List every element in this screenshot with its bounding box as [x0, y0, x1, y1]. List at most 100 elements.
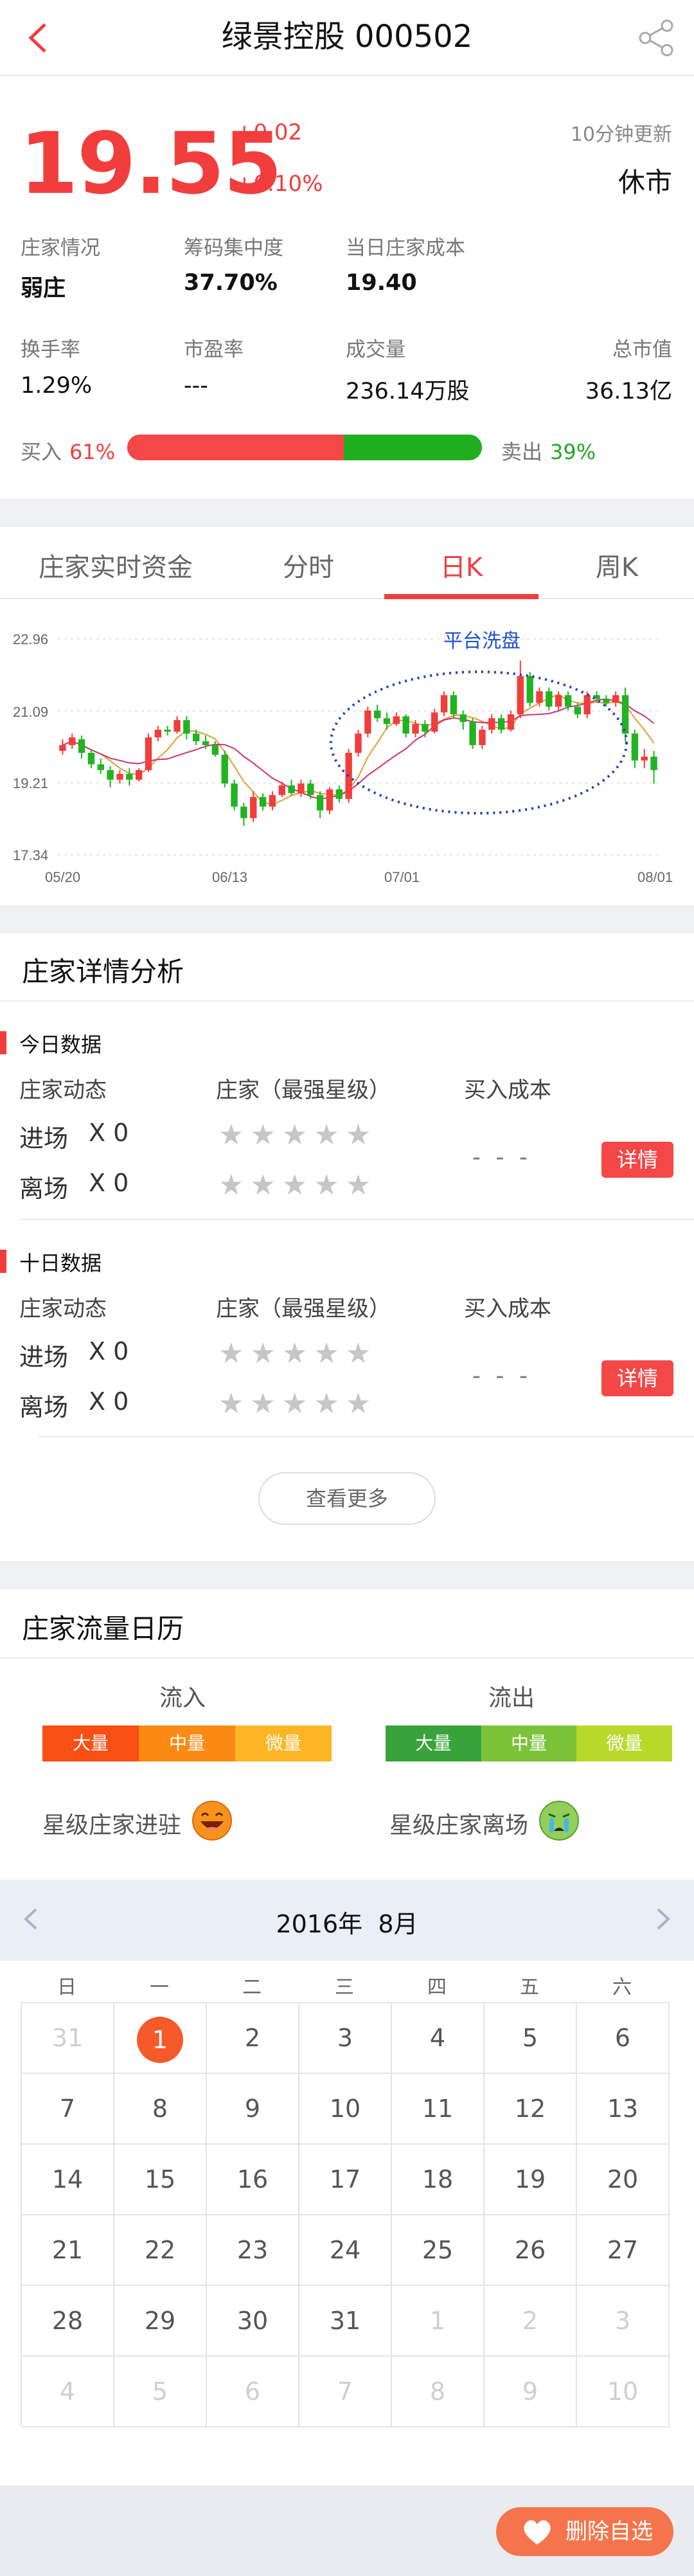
- ten-day-data-title: 十日数据: [0, 1247, 102, 1277]
- candle: [345, 752, 352, 799]
- calendar-day[interactable]: 30: [207, 2286, 299, 2357]
- calendar-day[interactable]: 24: [299, 2215, 392, 2286]
- stat-label-marketcap: 总市值: [612, 338, 672, 361]
- candle: [97, 764, 104, 770]
- candle: [459, 714, 467, 723]
- col-buy-cost: 买入成本: [464, 1296, 551, 1322]
- calendar-day: 4: [22, 2357, 114, 2427]
- weekday-label: 四: [427, 1976, 447, 1999]
- candle: [231, 783, 238, 807]
- next-month-icon[interactable]: [646, 1903, 679, 1935]
- calendar-day[interactable]: 27: [577, 2215, 670, 2286]
- calendar-day[interactable]: 8: [114, 2074, 207, 2145]
- section-gap: [0, 905, 694, 933]
- stat-label-turnover: 换手率: [21, 338, 80, 361]
- candle: [507, 714, 515, 730]
- selected-day[interactable]: 1: [137, 2016, 183, 2063]
- exit-label: 离场: [19, 1175, 69, 1203]
- calendar-year-label: 2016年: [276, 1910, 363, 1938]
- sell-ratio-label: 卖出 39%: [501, 436, 596, 465]
- x-tick-label: 07/01: [384, 869, 420, 885]
- x-tick-label: 08/01: [637, 869, 673, 885]
- col-dealer-activity: 庄家动态: [19, 1077, 107, 1103]
- analysis-title: 庄家详情分析: [22, 956, 184, 987]
- enter-star-rating: ★★★★★: [218, 1119, 378, 1151]
- col-buy-cost: 买入成本: [464, 1077, 551, 1103]
- weekday-label: 三: [335, 1976, 354, 1999]
- calendar-day[interactable]: 12: [485, 2074, 577, 2145]
- calendar-day[interactable]: 29: [114, 2286, 207, 2357]
- calendar-day[interactable]: 3: [299, 2003, 392, 2074]
- candle: [316, 795, 324, 811]
- tab-intraday[interactable]: 分时: [244, 546, 373, 584]
- enter-count: X 0: [89, 1337, 129, 1365]
- calendar-day[interactable]: 17: [299, 2145, 392, 2215]
- calendar-day[interactable]: 2: [207, 2003, 299, 2074]
- buy-sell-ratio-bar: [127, 435, 482, 460]
- calendar-day[interactable]: 14: [22, 2145, 114, 2215]
- calendar-day[interactable]: 16: [207, 2145, 299, 2215]
- calendar-day[interactable]: 4: [392, 2003, 485, 2074]
- candle: [298, 783, 305, 793]
- calendar-day[interactable]: 19: [485, 2145, 577, 2215]
- calendar-day[interactable]: 20: [577, 2145, 670, 2215]
- candle: [221, 754, 228, 784]
- inflow-small: 微量: [235, 1725, 332, 1761]
- tab-daily-k[interactable]: 日K: [397, 546, 526, 584]
- candle: [78, 739, 85, 753]
- candle: [269, 795, 276, 807]
- candle: [603, 699, 610, 703]
- calendar-day[interactable]: 26: [485, 2215, 577, 2286]
- weekday-label: 日: [57, 1976, 76, 1999]
- buy-cost-value: - - -: [472, 1144, 531, 1171]
- calendar-day[interactable]: 15: [114, 2145, 207, 2215]
- tab-dealer-funds[interactable]: 庄家实时资金: [19, 546, 212, 584]
- calendar-day[interactable]: 23: [207, 2215, 299, 2286]
- candle: [517, 676, 524, 715]
- candle: [355, 734, 362, 753]
- candle: [431, 712, 438, 732]
- view-more-button[interactable]: 查看更多: [258, 1472, 436, 1525]
- calendar-day[interactable]: 28: [22, 2286, 114, 2357]
- inflow-medium: 中量: [139, 1725, 235, 1761]
- candle: [574, 707, 582, 715]
- share-icon[interactable]: [634, 15, 679, 60]
- calendar-day[interactable]: 10: [299, 2074, 392, 2145]
- daily-k-chart[interactable]: 平台洗盘 22.96 21.09 19.21 17.34 05/20 06/13…: [0, 604, 694, 894]
- ten-day-detail-button[interactable]: 详情: [601, 1360, 673, 1396]
- calendar-day[interactable]: 13: [577, 2074, 670, 2145]
- outflow-legend: 大量 中量 微量: [386, 1725, 673, 1761]
- section-gap: [0, 499, 694, 527]
- stat-value-volume: 236.14万股: [346, 379, 470, 404]
- weekday-label: 二: [242, 1976, 262, 1999]
- y-tick-label: 17.34: [13, 847, 48, 863]
- sell-ratio-fill: [343, 435, 482, 460]
- calendar-day[interactable]: 9: [207, 2074, 299, 2145]
- calendar-day: 8: [392, 2357, 485, 2427]
- candle: [335, 789, 343, 799]
- candle: [612, 695, 619, 703]
- stat-value-pe: ---: [184, 373, 208, 399]
- stat-value-marketcap: 36.13亿: [585, 379, 672, 404]
- remove-watchlist-button[interactable]: 删除自选: [496, 2507, 673, 2556]
- calendar-day[interactable]: 1: [114, 2003, 207, 2074]
- today-detail-button[interactable]: 详情: [601, 1142, 673, 1178]
- calendar-day[interactable]: 18: [392, 2145, 485, 2215]
- calendar-day: 6: [207, 2357, 299, 2427]
- candle: [288, 785, 295, 793]
- calendar-day[interactable]: 7: [22, 2074, 114, 2145]
- calendar-day[interactable]: 22: [114, 2215, 207, 2286]
- calendar-day[interactable]: 11: [392, 2074, 485, 2145]
- calendar-day[interactable]: 21: [22, 2215, 114, 2286]
- candle: [564, 695, 572, 707]
- tab-weekly-k[interactable]: 周K: [553, 546, 681, 584]
- calendar-day[interactable]: 5: [485, 2003, 577, 2074]
- calendar-day[interactable]: 25: [392, 2215, 485, 2286]
- inflow-title: 流入: [159, 1685, 206, 1711]
- price-change: +0.02: [235, 120, 303, 145]
- calendar-day[interactable]: 6: [577, 2003, 670, 2074]
- calendar-day[interactable]: 31: [299, 2286, 392, 2357]
- candle: [555, 695, 562, 707]
- candle: [250, 797, 257, 818]
- candle: [307, 783, 314, 795]
